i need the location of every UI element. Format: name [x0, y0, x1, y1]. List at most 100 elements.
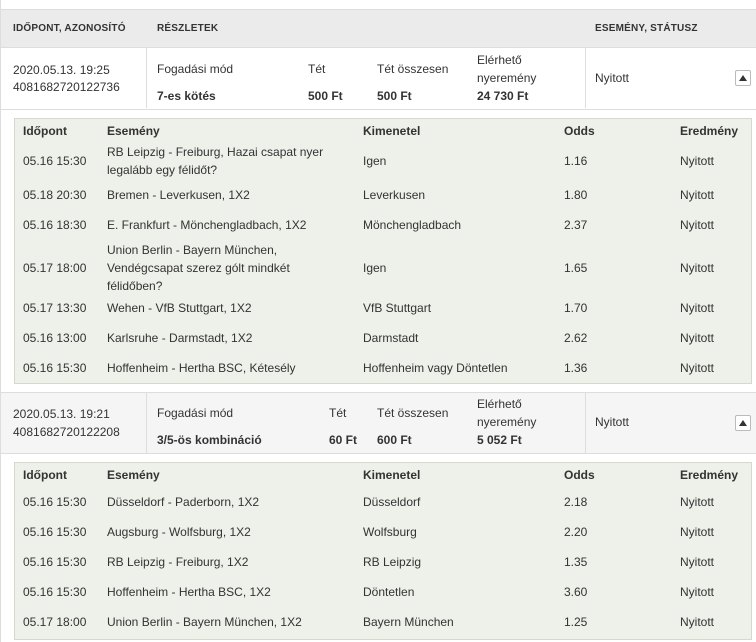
row-event: Bremen - Leverkusen, 1X2 [107, 188, 250, 202]
row-outcome: VfB Stuttgart [363, 301, 432, 315]
details-header: Időpont Esemény Kimenetel Odds Eredmény [15, 463, 751, 487]
bet-total-value: 600 Ft [377, 433, 412, 447]
row-result: Nyitott [680, 525, 715, 539]
header-details: RÉSZLETEK [157, 23, 219, 34]
bet-total-value: 500 Ft [377, 89, 412, 103]
row-odds: 2.62 [564, 331, 588, 345]
column-divider [146, 48, 147, 108]
row-outcome: Igen [363, 154, 387, 168]
row-event: RB Leipzig - Freiburg, Hazai csapat nyer… [107, 145, 324, 177]
table-row: 05.17 18:00 Union Berlin - Bayern Münche… [15, 607, 751, 637]
bet-summary-row[interactable]: 2020.05.13. 19:25 4081682720122736 Fogad… [1, 48, 756, 110]
table-row: 05.16 15:30 Hoffenheim - Hertha BSC, 1X2… [15, 577, 751, 607]
row-outcome: Darmstadt [363, 331, 419, 345]
header-event-status: ESEMÉNY, STÁTUSZ [595, 23, 698, 34]
row-odds: 2.20 [564, 525, 588, 539]
column-divider [146, 393, 147, 453]
row-odds: 3.60 [564, 585, 588, 599]
bet-status: Nyitott [595, 71, 630, 85]
bet-win-value: 24 730 Ft [477, 89, 529, 103]
row-result: Nyitott [680, 361, 715, 375]
row-outcome: Döntetlen [363, 585, 415, 599]
row-odds: 1.80 [564, 188, 588, 202]
details-header-result: Eredmény [680, 124, 739, 138]
bet-mode-value: 7-es kötés [157, 89, 216, 103]
row-event: E. Frankfurt - Mönchengladbach, 1X2 [107, 218, 307, 232]
row-result: Nyitott [680, 331, 715, 345]
row-result: Nyitott [680, 495, 715, 509]
bet-win-label: Elérhető [477, 397, 522, 411]
bet-mode-value: 3/5-ös kombináció [157, 433, 262, 447]
bet-summary-row[interactable]: 2020.05.13. 19:21 4081682720122208 Fogad… [1, 392, 756, 454]
bet-status: Nyitott [595, 415, 630, 429]
row-outcome: RB Leipzig [363, 555, 422, 569]
table-row: 05.16 15:30 Düsseldorf - Paderborn, 1X2 … [15, 487, 751, 517]
row-outcome: Leverkusen [363, 188, 426, 202]
row-time: 05.16 18:30 [23, 218, 87, 232]
row-outcome: Mönchengladbach [363, 218, 462, 232]
row-odds: 1.65 [564, 261, 588, 275]
table-row: 05.17 13:30 Wehen - VfB Stuttgart, 1X2 V… [15, 295, 751, 325]
row-event: Hoffenheim - Hertha BSC, Kétesély [107, 361, 296, 375]
bet-mode-label: Fogadási mód [157, 62, 234, 76]
row-time: 05.17 18:00 [23, 261, 87, 275]
row-event: Union Berlin - Bayern München, 1X2 [107, 615, 302, 629]
details-header: Időpont Esemény Kimenetel Odds Eredmény [15, 119, 751, 143]
details-header-result: Eredmény [680, 468, 739, 482]
bet-stake-label: Tét [308, 62, 326, 76]
row-odds: 2.18 [564, 495, 588, 509]
table-row: 05.16 15:30 RB Leipzig - Freiburg, Hazai… [15, 143, 751, 181]
row-event: RB Leipzig - Freiburg, 1X2 [107, 555, 249, 569]
row-odds: 1.70 [564, 301, 588, 315]
row-time: 05.16 13:00 [23, 331, 87, 345]
row-odds: 1.36 [564, 361, 588, 375]
column-divider [585, 393, 586, 453]
row-time: 05.16 15:30 [23, 361, 87, 375]
row-result: Nyitott [680, 188, 715, 202]
row-result: Nyitott [680, 585, 715, 599]
bet-total-label: Tét összesen [377, 62, 449, 76]
table-row: 05.16 15:30 RB Leipzig - Freiburg, 1X2 R… [15, 547, 751, 577]
details-header-outcome: Kimenetel [363, 124, 421, 138]
row-result: Nyitott [680, 615, 715, 629]
row-time: 05.16 15:30 [23, 525, 87, 539]
bet-id: 4081682720122208 [13, 425, 120, 439]
bet-mode-label: Fogadási mód [157, 406, 234, 420]
bet-details-panel: Időpont Esemény Kimenetel Odds Eredmény … [14, 118, 752, 384]
row-outcome: Bayern München [363, 615, 454, 629]
header-time-id: IDŐPONT, AZONOSÍTÓ [13, 23, 126, 34]
details-header-time: Időpont [23, 468, 67, 482]
bet-stake-value: 500 Ft [308, 89, 343, 103]
bet-datetime: 2020.05.13. 19:25 [13, 63, 110, 77]
chevron-up-icon [739, 75, 747, 81]
row-event: Wehen - VfB Stuttgart, 1X2 [107, 301, 252, 315]
row-result: Nyitott [680, 301, 715, 315]
column-divider [585, 48, 586, 108]
bet-stake-value: 60 Ft [329, 433, 358, 447]
details-header-time: Időpont [23, 124, 67, 138]
row-result: Nyitott [680, 154, 715, 168]
bet-stake-label: Tét [329, 406, 347, 420]
bet-win-value: 5 052 Ft [477, 433, 522, 447]
row-time: 05.16 15:30 [23, 154, 87, 168]
bet-win-label-2: nyeremény [477, 71, 537, 85]
collapse-button[interactable] [735, 415, 751, 431]
row-time: 05.16 15:30 [23, 555, 87, 569]
row-event: Union Berlin - Bayern München, Vendégcsa… [107, 243, 290, 293]
details-header-event: Esemény [107, 124, 160, 138]
bet-datetime: 2020.05.13. 19:21 [13, 407, 110, 421]
bet-win-label-2: nyeremény [477, 415, 537, 429]
row-result: Nyitott [680, 218, 715, 232]
details-header-odds: Odds [564, 124, 595, 138]
bet-details-panel: Időpont Esemény Kimenetel Odds Eredmény … [14, 462, 752, 640]
row-time: 05.18 20:30 [23, 188, 87, 202]
table-row: 05.16 15:30 Augsburg - Wolfsburg, 1X2 Wo… [15, 517, 751, 547]
row-outcome: Düsseldorf [363, 495, 421, 509]
table-row: 05.16 13:00 Karlsruhe - Darmstadt, 1X2 D… [15, 325, 751, 355]
row-result: Nyitott [680, 261, 715, 275]
details-header-event: Esemény [107, 468, 160, 482]
row-outcome: Hoffenheim vagy Döntetlen [363, 361, 508, 375]
row-time: 05.16 15:30 [23, 495, 87, 509]
table-header: IDŐPONT, AZONOSÍTÓ RÉSZLETEK ESEMÉNY, ST… [1, 9, 756, 48]
collapse-button[interactable] [735, 70, 751, 86]
